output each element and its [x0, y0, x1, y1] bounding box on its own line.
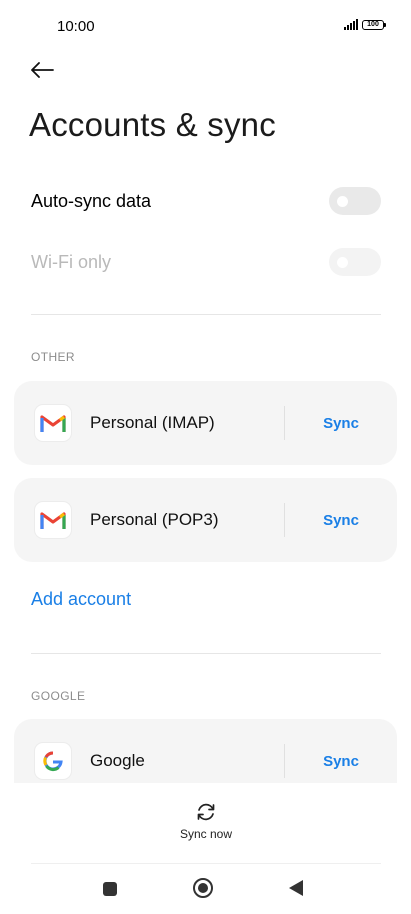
toggle-knob: [337, 196, 348, 207]
toggle-knob: [337, 257, 348, 268]
sync-now-button[interactable]: Sync now: [165, 801, 247, 851]
google-icon: [35, 743, 71, 779]
divider: [31, 314, 381, 315]
navigation-bar: [0, 871, 411, 907]
status-icons: 100: [344, 19, 386, 30]
sync-button[interactable]: Sync: [285, 415, 397, 432]
auto-sync-toggle[interactable]: [329, 187, 381, 215]
divider: [31, 863, 381, 864]
section-header-google: GOOGLE: [31, 689, 86, 703]
auto-sync-label: Auto-sync data: [31, 190, 152, 211]
arrow-left-icon: [31, 62, 54, 78]
add-account-link[interactable]: Add account: [31, 589, 131, 610]
status-bar: 10:00 100: [0, 0, 411, 50]
section-header-other: OTHER: [31, 350, 75, 364]
wifi-only-label: Wi-Fi only: [31, 251, 111, 272]
divider: [31, 653, 381, 654]
sync-now-label: Sync now: [179, 827, 233, 841]
gmail-icon: [35, 405, 71, 441]
status-time: 10:00: [57, 18, 95, 35]
back-button[interactable]: [26, 56, 58, 84]
account-name: Personal (IMAP): [90, 413, 215, 432]
account-name: Google: [90, 751, 145, 770]
page-title: Accounts & sync: [29, 106, 276, 143]
sync-button[interactable]: Sync: [285, 753, 397, 770]
auto-sync-row[interactable]: Auto-sync data: [31, 181, 381, 221]
account-card-pop3[interactable]: Personal (POP3) Sync: [14, 478, 397, 562]
bottom-panel: Sync now: [0, 783, 411, 914]
account-card-imap[interactable]: Personal (IMAP) Sync: [14, 381, 397, 465]
gmail-icon: [35, 502, 71, 538]
recents-button[interactable]: [103, 882, 117, 896]
battery-icon: 100: [362, 19, 386, 30]
account-name: Personal (POP3): [90, 510, 219, 529]
sync-icon: [197, 803, 215, 821]
signal-icon: [344, 19, 358, 30]
home-button[interactable]: [193, 878, 213, 898]
wifi-only-toggle[interactable]: [329, 248, 381, 276]
sync-button[interactable]: Sync: [285, 512, 397, 529]
nav-back-button[interactable]: [289, 880, 303, 896]
wifi-only-row[interactable]: Wi-Fi only: [31, 242, 381, 282]
